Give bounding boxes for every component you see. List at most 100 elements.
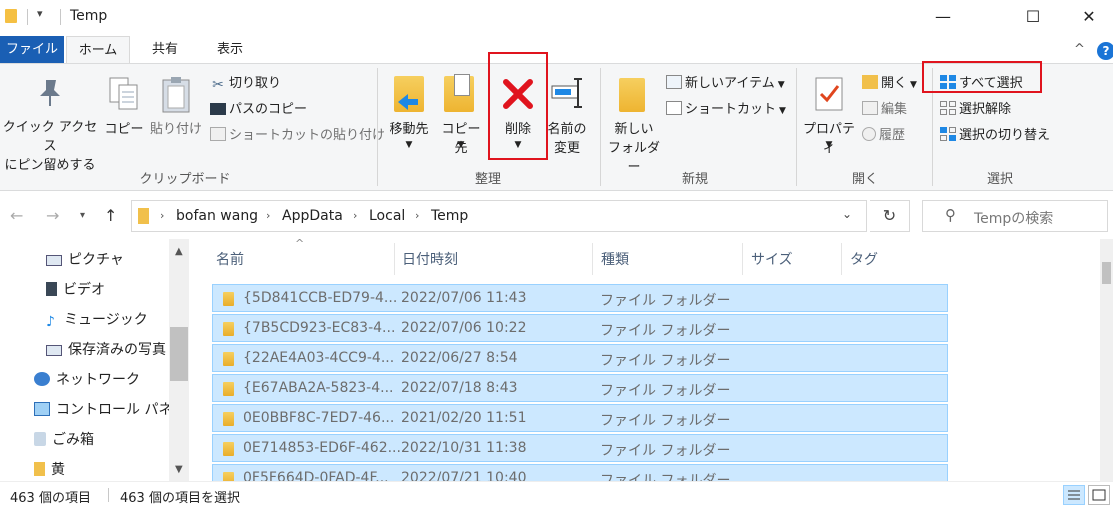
chevron-down-icon: ▼ [825,140,833,150]
recent-locations-icon[interactable]: ▾ [80,210,85,221]
new-folder-label: 新しい フォルダー [607,122,660,175]
file-date: 2021/02/20 11:51 [401,410,527,426]
up-icon[interactable]: ↑ [104,206,117,225]
forward-icon[interactable]: → [46,206,59,225]
column-header-tag[interactable]: タグ [850,249,878,269]
crumb-appdata[interactable]: AppData [282,208,343,224]
group-label-select: 選択 [986,172,1013,187]
table-row[interactable]: 0F5F664D-0FAD-4F... 2022/07/21 10:40 ファイル … [212,464,948,481]
pin-quick-access-button[interactable]: クイック アクセス にピン留めする [0,74,100,173]
column-header-type[interactable]: 種類 [601,249,629,269]
table-row[interactable]: {7B5CD923-EC83-4... 2022/07/06 10:22 ファイル … [212,314,948,342]
table-row[interactable]: 0E714853-ED6F-462... 2022/10/31 11:38 ファイル… [212,434,948,462]
file-name: {5D841CCB-ED79-4... [243,290,398,306]
copy-button[interactable]: コピー [104,74,144,164]
copy-icon [109,77,138,110]
select-all-highlight-box [922,61,1042,93]
tab-file[interactable]: ファイル [0,36,64,64]
table-row[interactable]: 0E0BBF8C-7ED7-46... 2021/02/20 11:51 ファイル … [212,404,948,432]
close-button[interactable]: ✕ [1066,0,1112,32]
paste-shortcut-button[interactable]: ショートカットの貼り付け [210,126,385,146]
nav-label: 黄 [51,462,65,478]
nav-label: ごみ箱 [52,432,94,448]
path-dropdown-icon[interactable]: ⌄ [842,207,852,221]
path-box[interactable]: › bofan wang › AppData › Local › Temp ⌄ [131,200,867,232]
nav-item-network[interactable]: ネットワーク [34,369,140,389]
column-header-size[interactable]: サイズ [751,249,793,269]
tab-share[interactable]: 共有 [140,36,190,64]
nav-item-music[interactable]: ♪ ミュージック [46,309,148,330]
minimize-button[interactable]: — [920,0,966,32]
open-button[interactable]: 開く ▼ [862,74,917,95]
back-icon[interactable]: ← [10,206,23,225]
nav-item-videos[interactable]: ビデオ [46,279,105,299]
history-button[interactable]: 履歴 [862,126,905,146]
new-item-label: 新しいアイテム [685,76,775,91]
file-date: 2022/07/06 11:43 [401,290,527,306]
nav-item-pictures[interactable]: ピクチャ [46,249,124,269]
table-row[interactable]: {5D841CCB-ED79-4... 2022/07/06 11:43 ファイル … [212,284,948,312]
file-type: ファイル フォルダー [600,383,731,399]
copy-path-button[interactable]: パスのコピー [210,100,307,120]
nav-item-saved-pictures[interactable]: 保存済みの写真 [46,339,166,359]
crumb-local[interactable]: Local [369,208,405,224]
help-icon[interactable]: ? [1097,42,1113,60]
pin-icon [40,80,60,106]
rename-button[interactable]: 名前の 変更 [544,74,590,164]
document-icon [454,74,470,96]
select-none-button[interactable]: 選択解除 [940,100,1011,120]
shortcut-button[interactable]: ショートカット ▼ [666,100,786,121]
cut-button[interactable]: ✂ 切り取り [210,74,281,94]
edit-label: 編集 [881,102,908,117]
new-folder-button[interactable]: 新しい フォルダー [604,74,664,175]
table-row[interactable]: {E67ABA2A-5823-4... 2022/07/18 8:43 ファイル フ… [212,374,948,402]
crumb-temp[interactable]: Temp [431,208,468,224]
tab-view[interactable]: 表示 [205,36,255,64]
large-icons-view-button[interactable] [1088,485,1110,505]
chevron-right-icon: › [160,209,165,222]
quick-access-dropdown-icon[interactable]: ▾ [37,7,43,20]
nav-item-recycle-bin[interactable]: ごみ箱 [34,429,94,449]
large-icons-view-icon [1092,489,1106,501]
file-date: 2022/10/31 11:38 [401,440,527,456]
nav-item-folder[interactable]: 黄 [34,459,65,479]
new-item-button[interactable]: 新しいアイテム ▼ [666,74,785,95]
tab-home[interactable]: ホーム [66,36,130,64]
file-type: ファイル フォルダー [600,443,731,459]
chevron-down-icon: ▼ [777,80,785,90]
list-scrollbar-thumb[interactable] [1102,262,1111,284]
file-name: 0E0BBF8C-7ED7-46... [243,410,395,426]
properties-button[interactable]: プロパティ ▼ [800,74,858,164]
folder-icon [34,462,45,476]
nav-label: ビデオ [63,282,105,298]
divider [108,488,109,502]
rename-label: 名前の 変更 [547,122,587,156]
table-row[interactable]: {22AE4A03-4CC9-4... 2022/06/27 8:54 ファイル フ… [212,344,948,372]
scroll-down-icon[interactable]: ▼ [175,464,183,475]
paste-button[interactable]: 貼り付け [148,74,204,164]
nav-item-control-panel[interactable]: コントロール パネル [34,399,186,419]
chevron-right-icon: › [266,209,271,222]
crumb-user[interactable]: bofan wang [176,208,258,224]
edit-button[interactable]: 編集 [862,100,907,120]
column-header-date[interactable]: 日付時刻 [402,249,458,269]
column-header-name[interactable]: 名前 [216,249,244,269]
scroll-up-icon[interactable]: ▲ [175,246,183,257]
shortcut-icon [666,101,682,115]
history-label: 履歴 [879,128,906,143]
file-type: ファイル フォルダー [600,293,731,309]
search-input[interactable]: ⚲ Tempの検索 [922,200,1108,232]
ribbon-collapse-icon[interactable]: ^ [1074,42,1085,57]
maximize-button[interactable]: ☐ [1010,0,1056,32]
folder-icon [5,9,17,23]
details-view-button[interactable] [1063,485,1085,505]
invert-selection-button[interactable]: 選択の切り替え [940,126,1050,146]
divider [742,243,743,275]
network-icon [34,372,50,386]
folder-icon [223,442,234,456]
copy-to-button[interactable]: コピー先 ▼ [436,74,486,164]
refresh-button[interactable]: ↻ [870,200,910,232]
search-placeholder: Tempの検索 [974,211,1054,227]
move-to-button[interactable]: 移動先 ▼ [384,74,434,164]
nav-scrollbar-thumb[interactable] [170,327,188,381]
